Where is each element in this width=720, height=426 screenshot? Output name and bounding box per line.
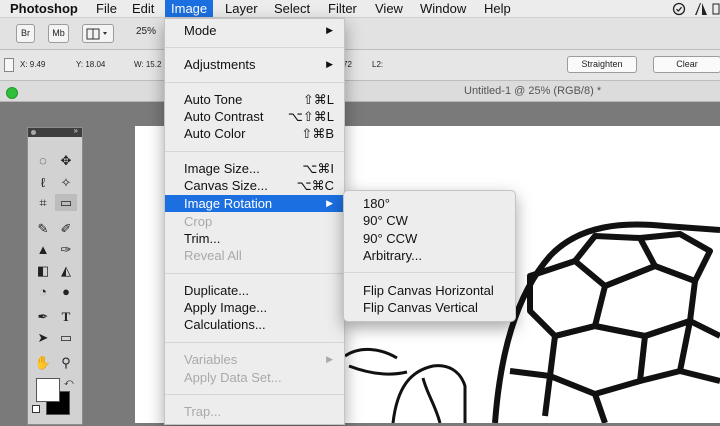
menu-window[interactable]: Window	[414, 0, 472, 17]
tools-panel-header[interactable]: »	[28, 126, 82, 137]
menu-item-flip-canvas-horizontal[interactable]: Flip Canvas Horizontal	[344, 282, 515, 299]
close-panel-icon[interactable]	[31, 130, 36, 135]
marquee-tool-icon[interactable]: ◌	[32, 152, 54, 169]
menu-item-apply-image[interactable]: Apply Image...	[165, 299, 344, 316]
menu-item-image-size[interactable]: Image Size... ⌥⌘I	[165, 160, 344, 177]
foreground-color-swatch[interactable]	[36, 378, 60, 402]
zoom-window-button[interactable]	[6, 87, 18, 99]
menu-item-flip-canvas-vertical[interactable]: Flip Canvas Vertical	[344, 299, 515, 316]
menu-item-rotate-90-ccw[interactable]: 90° CCW	[344, 230, 515, 247]
menu-layer[interactable]: Layer	[219, 0, 264, 17]
menu-item-rotate-180[interactable]: 180°	[344, 195, 515, 212]
submenu-arrow-icon: ▶	[326, 59, 333, 69]
collapse-panel-icon[interactable]: »	[74, 126, 78, 135]
mini-bridge-button[interactable]: Mb	[48, 24, 69, 43]
menu-item-image-rotation[interactable]: Image Rotation ▶	[165, 195, 344, 212]
dodge-tool-icon[interactable]: ●	[55, 283, 77, 300]
swap-colors-icon[interactable]: ⤺	[64, 377, 74, 388]
menu-item-trim[interactable]: Trim...	[165, 230, 344, 247]
history-brush-icon[interactable]: ✑	[55, 241, 77, 258]
menu-filter[interactable]: Filter	[322, 0, 363, 17]
control-bar: X: 9.49 Y: 18.04 W: 15.2 72 L2: Straight…	[0, 50, 720, 81]
image-menu: Mode ▶ Adjustments ▶ Auto Tone ⇧⌘L Auto Con…	[164, 18, 345, 425]
path-selection-icon[interactable]: ➤	[32, 329, 54, 346]
clear-button[interactable]: Clear	[653, 56, 720, 73]
lasso-tool-icon[interactable]: ℓ	[32, 174, 54, 191]
straighten-button[interactable]: Straighten	[567, 56, 637, 73]
image-rotation-submenu: 180° 90° CW 90° CCW Arbitrary... Flip Ca…	[343, 190, 516, 322]
bridge-button[interactable]: Br	[16, 24, 35, 43]
document-title: Untitled-1 @ 25% (RGB/8) *	[464, 85, 602, 97]
menu-select[interactable]: Select	[268, 0, 316, 17]
w-readout: W: 15.2	[134, 60, 162, 69]
menu-item-canvas-size[interactable]: Canvas Size... ⌥⌘C	[165, 177, 344, 194]
adobe-icon[interactable]	[694, 0, 708, 17]
check-circle-icon[interactable]	[672, 0, 686, 17]
menu-bar: Photoshop File Edit Image Layer Select F…	[0, 0, 720, 18]
menu-extra-icon[interactable]	[712, 0, 720, 17]
ruler-tool-icon[interactable]: ▭	[55, 194, 77, 211]
crop-tool-icon[interactable]: ⌗	[32, 194, 54, 211]
menu-item-rotate-90-cw[interactable]: 90° CW	[344, 212, 515, 229]
menu-view[interactable]: View	[369, 0, 409, 17]
zoom-tool-icon[interactable]: ⚲	[55, 354, 77, 371]
document-title-bar: Untitled-1 @ 25% (RGB/8) *	[0, 81, 720, 102]
submenu-arrow-icon: ▶	[326, 25, 333, 35]
x-readout: X: 9.49	[20, 60, 46, 69]
app-menu[interactable]: Photoshop	[4, 0, 84, 17]
menu-item-apply-data-set: Apply Data Set...	[184, 370, 282, 385]
menu-item-trap: Trap...	[184, 404, 222, 419]
default-colors-icon[interactable]	[32, 405, 40, 413]
menu-item-auto-tone[interactable]: Auto Tone ⇧⌘L	[165, 91, 344, 108]
hand-tool-icon[interactable]: ✋	[32, 354, 54, 371]
menu-item-arbitrary[interactable]: Arbitrary...	[344, 247, 515, 264]
blur-tool-icon[interactable]: ◔	[32, 283, 54, 300]
ruler-tool-icon	[4, 58, 14, 72]
brush-tool-icon[interactable]: ✐	[55, 220, 77, 237]
menu-item-mode[interactable]: Mode ▶	[165, 22, 344, 39]
eraser-tool-icon[interactable]: ◧	[32, 262, 54, 279]
paint-bucket-icon[interactable]: ◭	[55, 262, 77, 279]
menu-item-adjustments[interactable]: Adjustments ▶	[165, 56, 344, 73]
move-tool-icon[interactable]: ✥	[55, 152, 77, 169]
menu-edit[interactable]: Edit	[126, 0, 160, 17]
clone-stamp-icon[interactable]: ▲	[32, 241, 54, 258]
zoom-level[interactable]: 25%	[136, 26, 156, 37]
menu-item-duplicate[interactable]: Duplicate...	[165, 282, 344, 299]
submenu-arrow-icon: ▶	[326, 198, 333, 208]
options-bar: Br Mb 25%	[0, 18, 720, 50]
menu-item-crop: Crop	[184, 214, 213, 229]
menu-image[interactable]: Image	[165, 0, 214, 17]
rectangle-tool-icon[interactable]: ▭	[55, 329, 77, 346]
menu-item-reveal-all: Reveal All	[184, 248, 242, 263]
magic-wand-icon[interactable]: ✧	[55, 174, 77, 191]
menu-item-auto-color[interactable]: Auto Color ⇧⌘B	[165, 125, 344, 142]
menu-file[interactable]: File	[90, 0, 123, 17]
submenu-arrow-icon: ▶	[326, 354, 333, 364]
tools-panel: » ◌ ✥ ℓ ✧ ⌗ ▭ ✎ ✐ ▲ ✑ ◧ ◭ ◔ ● ✒ T ➤ ▭ ✋ …	[27, 126, 83, 425]
l2-readout: L2:	[372, 60, 384, 69]
menu-item-auto-contrast[interactable]: Auto Contrast ⌥⇧⌘L	[165, 108, 344, 125]
arrange-documents-button[interactable]	[82, 24, 114, 43]
menu-help[interactable]: Help	[478, 0, 517, 17]
healing-brush-icon[interactable]: ✎	[32, 220, 54, 237]
pen-tool-icon[interactable]: ✒	[32, 308, 54, 325]
menu-item-variables: Variables ▶	[184, 352, 333, 367]
y-readout: Y: 18.04	[76, 60, 106, 69]
type-tool-icon[interactable]: T	[55, 308, 77, 325]
grid-icon	[86, 28, 107, 40]
menu-item-calculations[interactable]: Calculations...	[165, 316, 344, 333]
